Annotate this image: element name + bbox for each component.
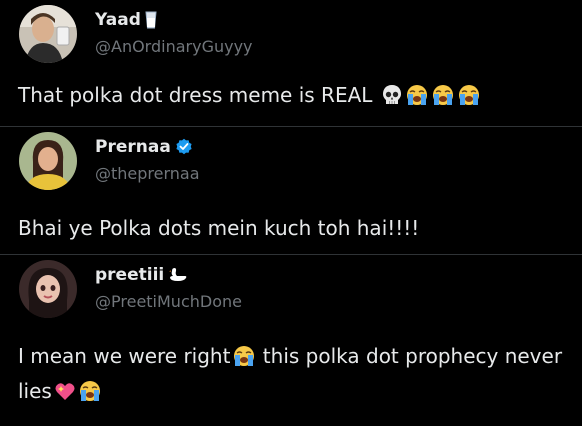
sparkling-heart-icon [54,380,76,411]
swan-icon [168,267,188,283]
loudly-crying-face-icon [457,84,481,115]
display-name[interactable]: Yaad [95,10,141,30]
loudly-crying-face-icon [232,345,256,376]
reply-thread: Yaad @AnOrdinaryGuyyy That polka dot dre… [0,0,582,426]
verified-badge-icon[interactable] [175,138,193,156]
avatar[interactable] [19,132,77,190]
handle[interactable]: @PreetiMuchDone [95,292,242,311]
display-name[interactable]: preetiii [95,265,164,285]
display-name[interactable]: Prernaa [95,137,171,157]
loudly-crying-face-icon [405,84,429,115]
tweet-text-content: I mean we were right [18,344,231,368]
avatar[interactable] [19,5,77,63]
avatar[interactable] [19,260,77,318]
tweet[interactable]: preetiii @PreetiMuchDone I mean we were … [0,255,582,426]
loudly-crying-face-icon [78,380,102,411]
handle[interactable]: @AnOrdinaryGuyyy [95,37,253,56]
tweet-text-content: Bhai ye Polka dots mein kuch toh hai!!!! [18,216,420,240]
skull-icon [381,84,403,115]
tweet[interactable]: Prernaa @theprernaa Bhai ye Polka dots m… [0,127,582,254]
tweet-text: That polka dot dress meme is REAL [18,80,568,115]
glass-of-milk-icon [145,11,157,29]
handle[interactable]: @theprernaa [95,164,200,183]
loudly-crying-face-icon [431,84,455,115]
tweet-text: Bhai ye Polka dots mein kuch toh hai!!!! [18,213,568,244]
tweet-text: I mean we were right this polka dot prop… [18,341,568,411]
tweet-text-content: That polka dot dress meme is REAL [18,83,373,107]
tweet[interactable]: Yaad @AnOrdinaryGuyyy That polka dot dre… [0,0,582,126]
